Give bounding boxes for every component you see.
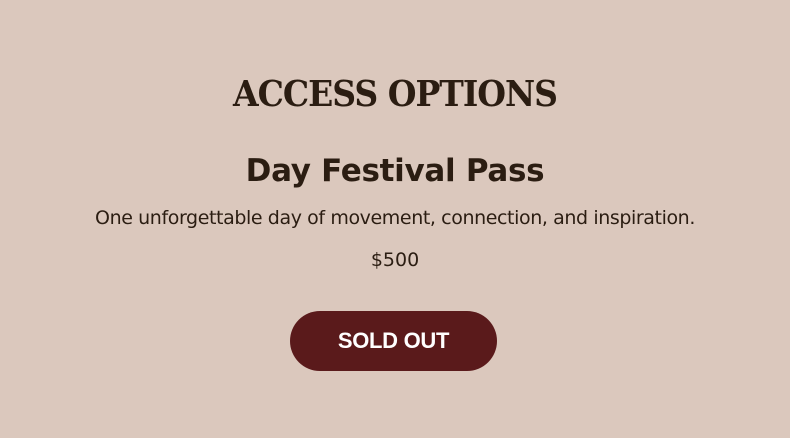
- access-options-section: ACCESS OPTIONS Day Festival Pass One unf…: [0, 0, 790, 438]
- pass-price: $500: [370, 249, 420, 271]
- section-heading: ACCESS OPTIONS: [232, 72, 558, 115]
- pass-description: One unforgettable day of movement, conne…: [95, 207, 695, 229]
- pass-title: Day Festival Pass: [245, 153, 545, 189]
- sold-out-button[interactable]: SOLD OUT: [290, 311, 497, 371]
